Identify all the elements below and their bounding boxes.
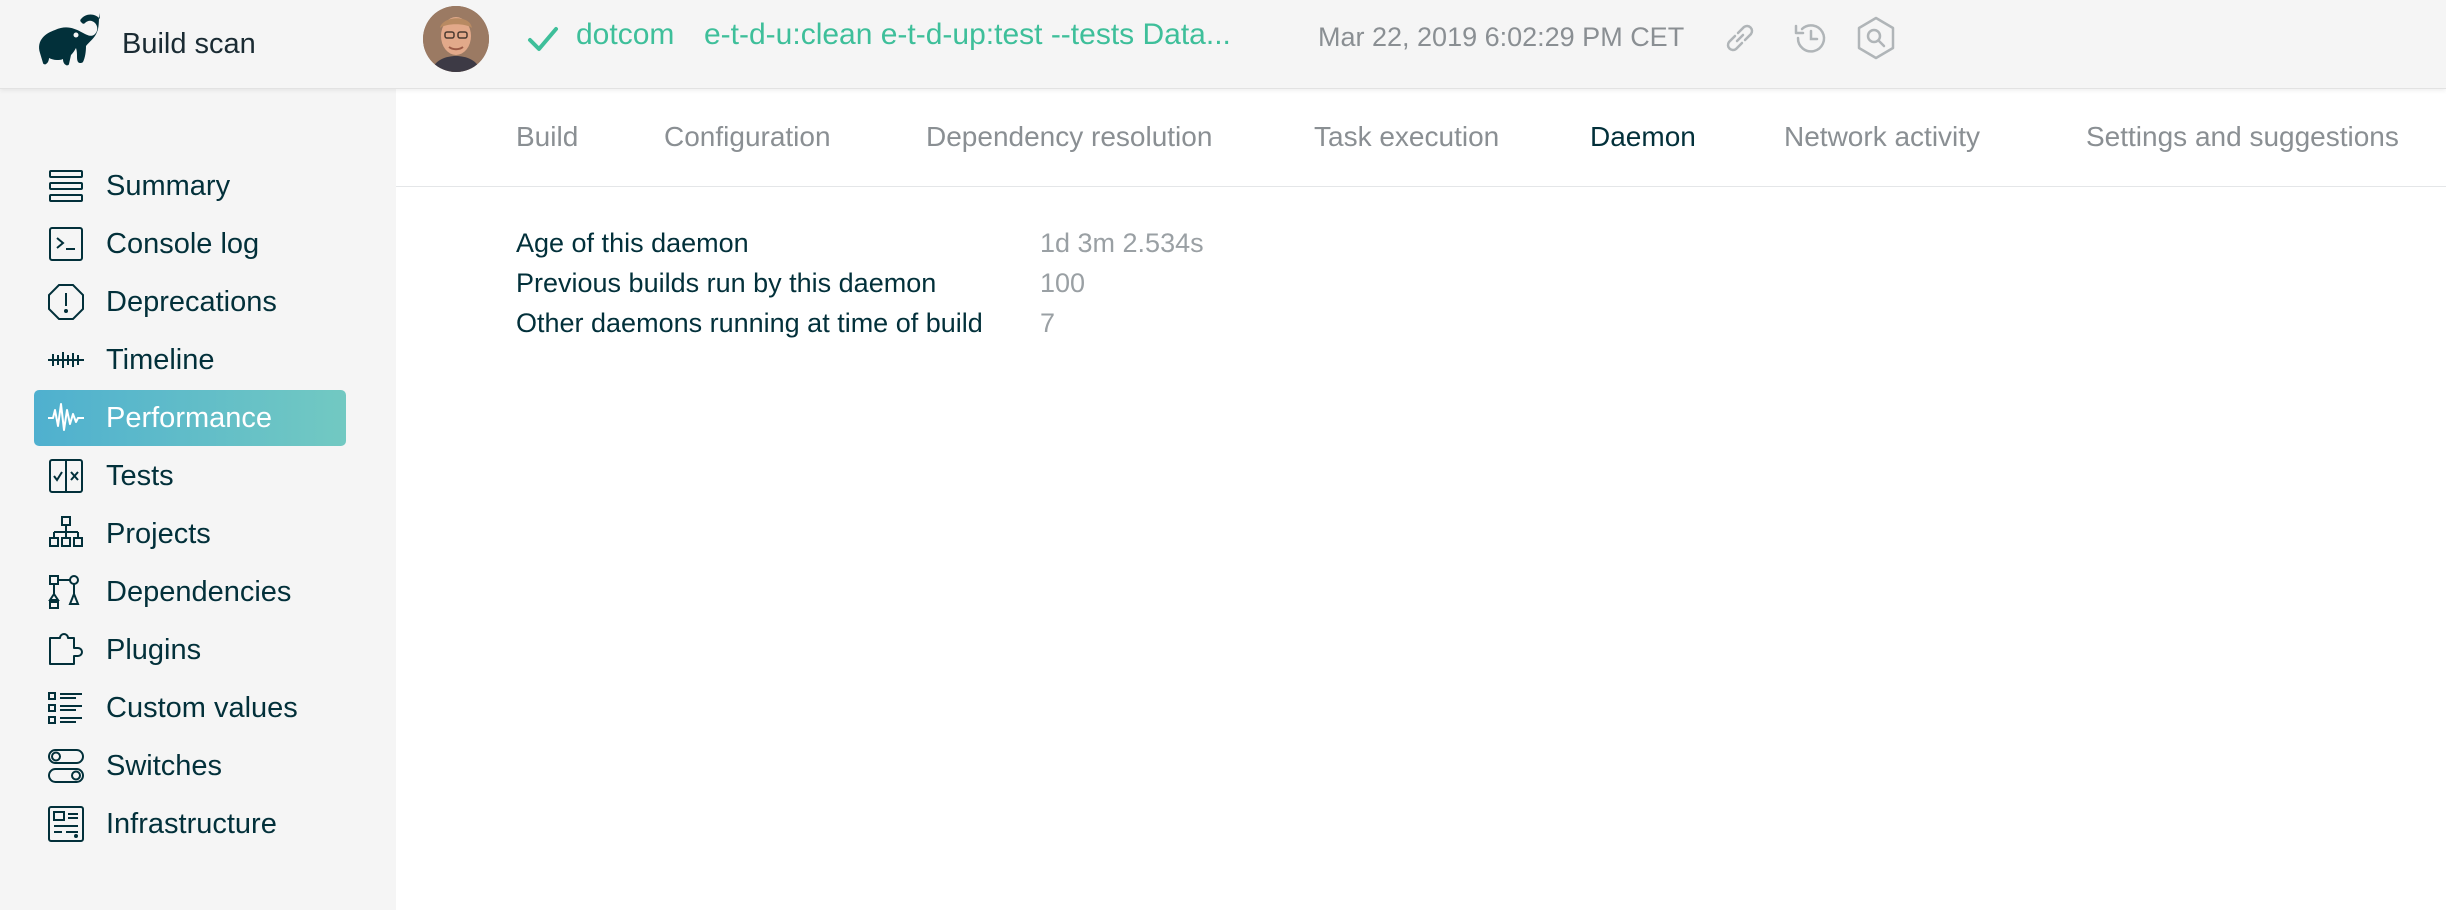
sidebar-item-console-log[interactable]: Console log <box>34 216 346 272</box>
sidebar-item-deprecations[interactable]: Deprecations <box>34 274 346 330</box>
projects-icon <box>46 514 86 554</box>
custom-values-icon <box>46 688 86 728</box>
requested-tasks[interactable]: e-t-d-u:clean e-t-d-up:test --tests Data… <box>704 18 1231 52</box>
sidebar-item-label: Performance <box>106 401 273 434</box>
sidebar-item-label: Deprecations <box>106 285 277 318</box>
summary-icon <box>46 166 86 206</box>
sidebar-item-timeline[interactable]: Timeline <box>34 332 346 388</box>
sidebar: Summary Console log Deprecations Timelin… <box>0 89 396 910</box>
top-bar: Build scan dotcom e-t-d-u:clean e-t-d-up… <box>0 0 2446 89</box>
sidebar-item-label: Infrastructure <box>106 807 277 840</box>
sidebar-item-label: Tests <box>106 459 174 492</box>
timeline-icon <box>46 340 86 380</box>
avatar[interactable] <box>423 6 489 72</box>
tab-settings-and-suggestions[interactable]: Settings and suggestions <box>2086 121 2399 153</box>
sidebar-item-label: Timeline <box>106 343 215 376</box>
sidebar-item-performance[interactable]: Performance <box>34 390 346 446</box>
daemon-age-row: Age of this daemon 1d 3m 2.534s <box>516 228 1516 268</box>
sidebar-item-label: Dependencies <box>106 575 292 608</box>
link-icon[interactable] <box>1716 14 1764 62</box>
daemon-age-label: Age of this daemon <box>516 228 749 258</box>
history-icon[interactable] <box>1786 14 1834 62</box>
plugins-icon <box>46 630 86 670</box>
sidebar-item-summary[interactable]: Summary <box>34 158 346 214</box>
performance-tabs: Build Configuration Dependency resolutio… <box>396 89 2446 187</box>
daemon-age-value: 1d 3m 2.534s <box>1040 228 1204 258</box>
deprecations-icon <box>46 282 86 322</box>
brand-title: Build scan <box>122 27 256 60</box>
previous-builds-label: Previous builds run by this daemon <box>516 268 937 298</box>
other-daemons-row: Other daemons running at time of build 7 <box>516 308 1516 348</box>
daemon-details: Age of this daemon 1d 3m 2.534s Previous… <box>516 228 1516 348</box>
tab-task-execution[interactable]: Task execution <box>1314 121 1499 153</box>
gradle-elephant-icon <box>39 13 100 66</box>
switches-icon <box>46 746 86 786</box>
sidebar-item-projects[interactable]: Projects <box>34 506 346 562</box>
other-daemons-value: 7 <box>1040 308 1056 338</box>
tab-network-activity[interactable]: Network activity <box>1784 121 1980 153</box>
sidebar-item-tests[interactable]: Tests <box>34 448 346 504</box>
sidebar-item-infrastructure[interactable]: Infrastructure <box>34 796 346 852</box>
sidebar-item-custom-values[interactable]: Custom values <box>34 680 346 736</box>
check-icon <box>528 27 558 51</box>
tests-icon <box>46 456 86 496</box>
previous-builds-row: Previous builds run by this daemon 100 <box>516 268 1516 308</box>
sidebar-item-label: Projects <box>106 517 211 550</box>
infrastructure-icon <box>46 804 86 844</box>
tab-configuration[interactable]: Configuration <box>664 121 831 153</box>
project-name[interactable]: dotcom <box>576 18 674 52</box>
sidebar-item-plugins[interactable]: Plugins <box>34 622 346 678</box>
console-icon <box>46 224 86 264</box>
other-daemons-label: Other daemons running at time of build <box>516 308 983 338</box>
sidebar-item-label: Custom values <box>106 691 298 724</box>
search-scans-icon[interactable] <box>1852 14 1900 62</box>
performance-icon <box>46 398 86 438</box>
dependencies-icon <box>46 572 86 612</box>
sidebar-item-switches[interactable]: Switches <box>34 738 346 794</box>
brand[interactable]: Build scan <box>30 8 256 80</box>
tab-daemon[interactable]: Daemon <box>1590 121 1696 153</box>
sidebar-item-label: Plugins <box>106 633 202 666</box>
sidebar-item-label: Console log <box>106 227 260 260</box>
sidebar-item-label: Switches <box>106 749 223 782</box>
build-timestamp: Mar 22, 2019 6:02:29 PM CET <box>1318 22 1685 52</box>
tab-dependency-resolution[interactable]: Dependency resolution <box>926 121 1212 153</box>
sidebar-item-dependencies[interactable]: Dependencies <box>34 564 346 620</box>
tab-build[interactable]: Build <box>516 121 578 153</box>
previous-builds-value: 100 <box>1040 268 1086 298</box>
sidebar-item-label: Summary <box>106 169 231 202</box>
